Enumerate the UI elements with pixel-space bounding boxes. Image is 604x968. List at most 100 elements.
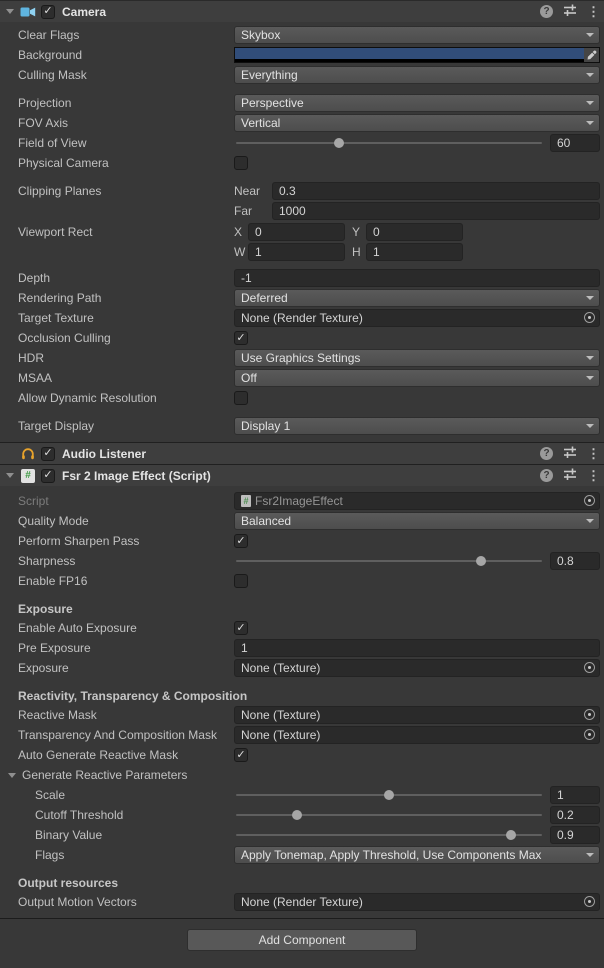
output-motion-vectors-object-field[interactable]: None (Render Texture) xyxy=(234,893,600,911)
slider-thumb[interactable] xyxy=(476,556,486,566)
allow-dynamic-resolution-checkbox[interactable] xyxy=(234,391,248,405)
viewport-rect-label: Viewport Rect xyxy=(0,225,234,239)
occlusion-culling-checkbox[interactable]: ✓ xyxy=(234,331,248,345)
perform-sharpen-pass-checkbox[interactable]: ✓ xyxy=(234,534,248,548)
msaa-dropdown[interactable]: Off xyxy=(234,369,600,387)
enable-fp16-checkbox[interactable] xyxy=(234,574,248,588)
camera-icon xyxy=(19,4,37,20)
target-texture-object-field[interactable]: None (Render Texture) xyxy=(234,309,600,327)
more-menu-icon[interactable]: ⋮ xyxy=(587,5,595,18)
clipping-planes-label: Clipping Planes xyxy=(0,184,234,198)
clear-flags-label: Clear Flags xyxy=(0,28,234,42)
hdr-dropdown[interactable]: Use Graphics Settings xyxy=(234,349,600,367)
far-label: Far xyxy=(234,204,272,218)
viewport-h-input[interactable]: 1 xyxy=(366,243,463,261)
cutoff-threshold-input[interactable]: 0.2 xyxy=(550,806,600,824)
chevron-down-icon xyxy=(586,356,594,360)
chevron-down-icon xyxy=(586,424,594,428)
slider-thumb[interactable] xyxy=(292,810,302,820)
viewport-w-input[interactable]: 1 xyxy=(248,243,345,261)
audio-listener-enabled-checkbox[interactable]: ✓ xyxy=(41,447,55,461)
enable-auto-exposure-checkbox[interactable]: ✓ xyxy=(234,621,248,635)
chevron-down-icon xyxy=(586,853,594,857)
target-display-dropdown[interactable]: Display 1 xyxy=(234,417,600,435)
slider-thumb[interactable] xyxy=(384,790,394,800)
transparency-and-composition-mask-row: Transparency And Composition Mask None (… xyxy=(0,725,604,745)
viewport-rect-xy-row: Viewport Rect X 0 Y 0 xyxy=(0,222,604,242)
rendering-path-dropdown[interactable]: Deferred xyxy=(234,289,600,307)
object-picker-icon[interactable] xyxy=(584,709,595,720)
foldout-open-icon xyxy=(6,473,14,478)
slider-thumb[interactable] xyxy=(334,138,344,148)
fsr2-enabled-checkbox[interactable]: ✓ xyxy=(41,469,55,483)
depth-label: Depth xyxy=(0,271,234,285)
object-picker-icon[interactable] xyxy=(584,662,595,673)
h-label: H xyxy=(352,245,366,259)
object-picker-icon[interactable] xyxy=(584,312,595,323)
help-icon[interactable]: ? xyxy=(540,447,553,460)
binary-value-slider[interactable] xyxy=(236,826,542,844)
exposure-object-field[interactable]: None (Texture) xyxy=(234,659,600,677)
eyedropper-button[interactable] xyxy=(584,47,600,63)
help-icon[interactable]: ? xyxy=(540,5,553,18)
viewport-y-input[interactable]: 0 xyxy=(366,223,463,241)
background-color-swatch[interactable] xyxy=(234,47,584,63)
w-label: W xyxy=(234,245,248,259)
slider-track[interactable] xyxy=(236,560,542,562)
generate-reactive-parameters-foldout[interactable]: Generate Reactive Parameters xyxy=(0,768,234,782)
cutoff-threshold-slider[interactable] xyxy=(236,806,542,824)
fov-axis-dropdown[interactable]: Vertical xyxy=(234,114,600,132)
physical-camera-checkbox[interactable] xyxy=(234,156,248,170)
binary-value-label: Binary Value xyxy=(0,828,234,842)
fsr2-foldout[interactable] xyxy=(0,473,19,478)
field-of-view-slider[interactable] xyxy=(236,134,542,152)
near-input[interactable]: 0.3 xyxy=(272,182,600,200)
transparency-and-composition-mask-object-field[interactable]: None (Texture) xyxy=(234,726,600,744)
auto-generate-reactive-mask-checkbox[interactable]: ✓ xyxy=(234,748,248,762)
field-of-view-label: Field of View xyxy=(0,136,234,150)
reactive-mask-object-field[interactable]: None (Texture) xyxy=(234,706,600,724)
pre-exposure-label: Pre Exposure xyxy=(0,641,234,655)
culling-mask-dropdown[interactable]: Everything xyxy=(234,66,600,84)
sharpness-slider[interactable] xyxy=(236,552,542,570)
chevron-down-icon xyxy=(586,519,594,523)
target-texture-value: None (Render Texture) xyxy=(241,311,363,325)
sharpness-input[interactable]: 0.8 xyxy=(550,552,600,570)
slider-track[interactable] xyxy=(236,834,542,836)
depth-row: Depth -1 xyxy=(0,268,604,288)
object-picker-icon[interactable] xyxy=(584,896,595,907)
presets-icon[interactable] xyxy=(563,467,577,484)
object-picker-icon[interactable] xyxy=(584,729,595,740)
scale-input[interactable]: 1 xyxy=(550,786,600,804)
camera-foldout[interactable] xyxy=(0,9,19,14)
slider-thumb[interactable] xyxy=(506,830,516,840)
projection-row: Projection Perspective xyxy=(0,93,604,113)
help-icon[interactable]: ? xyxy=(540,469,553,482)
camera-component-header: ✓ Camera ? ⋮ xyxy=(0,0,604,22)
unity-inspector: ✓ Camera ? ⋮ Clear Flags Skybox Backgrou… xyxy=(0,0,604,968)
slider-track[interactable] xyxy=(236,142,542,144)
camera-enabled-checkbox[interactable]: ✓ xyxy=(41,5,55,19)
slider-track[interactable] xyxy=(236,814,542,816)
depth-input[interactable]: -1 xyxy=(234,269,600,287)
add-component-button[interactable]: Add Component xyxy=(187,929,417,951)
scale-slider[interactable] xyxy=(236,786,542,804)
quality-mode-dropdown[interactable]: Balanced xyxy=(234,512,600,530)
binary-value-input[interactable]: 0.9 xyxy=(550,826,600,844)
audio-listener-component-header: ✓ Audio Listener ? ⋮ xyxy=(0,442,604,464)
enable-fp16-row: Enable FP16 xyxy=(0,571,604,591)
presets-icon[interactable] xyxy=(563,445,577,462)
pre-exposure-row: Pre Exposure 1 xyxy=(0,638,604,658)
flags-dropdown[interactable]: Apply Tonemap, Apply Threshold, Use Comp… xyxy=(234,846,600,864)
far-input[interactable]: 1000 xyxy=(272,202,600,220)
viewport-x-input[interactable]: 0 xyxy=(248,223,345,241)
allow-dynamic-resolution-row: Allow Dynamic Resolution xyxy=(0,388,604,408)
projection-dropdown[interactable]: Perspective xyxy=(234,94,600,112)
more-menu-icon[interactable]: ⋮ xyxy=(587,469,595,482)
more-menu-icon[interactable]: ⋮ xyxy=(587,447,595,460)
pre-exposure-input[interactable]: 1 xyxy=(234,639,600,657)
presets-icon[interactable] xyxy=(563,3,577,20)
field-of-view-input[interactable]: 60 xyxy=(550,134,600,152)
clear-flags-dropdown[interactable]: Skybox xyxy=(234,26,600,44)
object-picker-icon[interactable] xyxy=(584,495,595,506)
